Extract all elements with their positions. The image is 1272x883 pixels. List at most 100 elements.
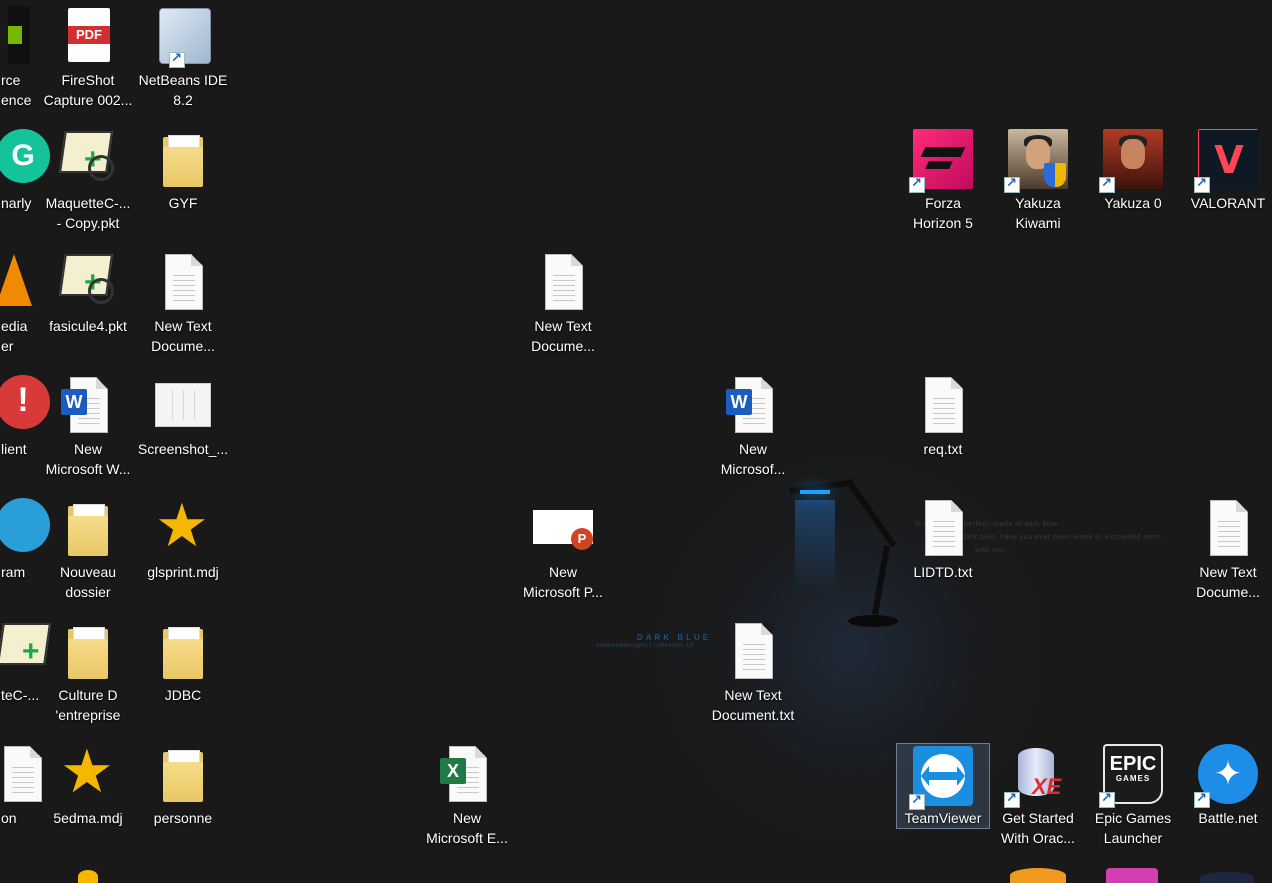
icon-label: Forza Horizon 5 — [913, 195, 973, 231]
packet-tracer-icon: + — [0, 621, 51, 681]
desktop-icon-fasicule4-pkt[interactable]: + fasicule4.pkt — [41, 246, 135, 364]
partial-icon[interactable] — [1106, 868, 1158, 883]
desktop-icon-forza-horizon-5[interactable]: Forza Horizon 5 — [896, 123, 990, 241]
desktop-icon-personne-folder[interactable]: personne — [136, 738, 230, 856]
icon-label: TeamViewer — [904, 810, 982, 826]
folder-icon — [153, 621, 213, 681]
desktop-icon-new-word-document-2[interactable]: W New Microsof... — [706, 369, 800, 487]
folder-icon — [153, 129, 213, 189]
desktop-icon-teamviewer[interactable]: TeamViewer — [896, 743, 990, 829]
desktop-icon-req-txt[interactable]: req.txt — [896, 369, 990, 487]
icon-label: MaquetteC-... - Copy.pkt — [45, 195, 131, 231]
icon-label: req.txt — [923, 441, 963, 457]
icon-label: Epic Games Launcher — [1094, 810, 1172, 846]
icon-label: Yakuza Kiwami — [1015, 195, 1061, 231]
desktop-icon-new-text-document-3[interactable]: New Text Docume... — [1181, 492, 1272, 610]
desktop-icon-battlenet[interactable]: ✦ Battle.net — [1181, 738, 1272, 856]
desktop-icon-new-powerpoint[interactable]: P New Microsoft P... — [516, 492, 610, 610]
desktop-icon-culture-entreprise[interactable]: Culture D 'entreprise — [41, 615, 135, 733]
text-document-icon — [545, 254, 583, 310]
excel-icon: X — [437, 744, 497, 804]
icon-label: NetBeans IDE 8.2 — [138, 72, 228, 108]
icon-label: 5edma.mdj — [53, 810, 123, 826]
desktop-icon-5edma-mdj[interactable]: ★ 5edma.mdj — [41, 738, 135, 856]
icon-label: Culture D 'entreprise — [55, 687, 121, 723]
staruml-icon: ★ — [60, 738, 114, 805]
desktop-icon-new-text-document-1[interactable]: New Text Docume... — [136, 246, 230, 364]
icon-label: GYF — [168, 195, 198, 211]
icon-label: New Text Document.txt — [711, 687, 795, 723]
desktop-icon-grammarly[interactable]: narly — [0, 123, 50, 241]
desktop-icon-geforce-experience[interactable]: rce ence — [0, 0, 47, 118]
icon-label: Yakuza 0 — [1104, 195, 1162, 211]
desktop-icon-glsprint-mdj[interactable]: ★ glsprint.mdj — [136, 492, 230, 610]
icon-label: New Microsoft P... — [523, 564, 603, 600]
icon-label: Battle.net — [1198, 810, 1258, 826]
desktop-icon-yakuza-0[interactable]: Yakuza 0 — [1086, 123, 1180, 241]
desktop-icon-valorant[interactable]: VALORANT — [1181, 123, 1272, 241]
desktop-icon-netbeans-ide[interactable]: NetBeans IDE 8.2 — [136, 0, 230, 118]
desktop-icon-lidtd-txt[interactable]: LIDTD.txt — [896, 492, 990, 610]
text-document-icon — [925, 377, 963, 433]
folder-icon — [58, 621, 118, 681]
icon-label: LIDTD.txt — [913, 564, 973, 580]
staruml-icon: ★ — [155, 492, 209, 559]
icon-label: on — [1, 810, 17, 826]
partial-icon[interactable] — [78, 870, 98, 883]
desktop-icon-telegram[interactable]: ram — [0, 492, 50, 610]
desktop-icon-json[interactable]: on — [0, 738, 47, 856]
text-document-icon — [735, 623, 773, 679]
word-icon: W — [723, 375, 783, 435]
icon-label: JDBC — [164, 687, 202, 703]
desktop-icon-screenshot[interactable]: Screenshot_... — [136, 369, 230, 487]
text-document-icon — [4, 746, 42, 802]
icon-label: VALORANT — [1190, 195, 1266, 211]
desktop-icon-oracle-xe[interactable]: XE Get Started With Orac... — [991, 738, 1085, 856]
icon-label: edia er — [1, 318, 28, 354]
desktop-icon-fireshot-capture[interactable]: PDF FireShot Capture 002... — [41, 0, 135, 118]
desktop-icon-new-text-document-2[interactable]: New Text Docume... — [516, 246, 610, 364]
icon-label: Screenshot_... — [137, 441, 229, 457]
word-icon: W — [58, 375, 118, 435]
folder-icon — [58, 498, 118, 558]
desktop-icon-epic-games[interactable]: EPICGAMES Epic Games Launcher — [1086, 738, 1180, 856]
uac-shield-icon — [1044, 163, 1066, 187]
desktop-icon-vlc-media-player[interactable]: edia er — [0, 246, 47, 364]
text-document-icon — [925, 500, 963, 556]
icon-label: rce ence — [1, 72, 32, 108]
desktop-icon-gyf-folder[interactable]: GYF — [136, 123, 230, 241]
vlc-icon — [0, 254, 32, 306]
powerpoint-icon: P — [533, 510, 593, 550]
desktop-icon-new-excel[interactable]: X New Microsoft E... — [420, 738, 514, 856]
netbeans-icon — [153, 6, 213, 68]
pdf-icon: PDF — [58, 6, 118, 66]
desktop-icon-maquette-copy-pkt[interactable]: + MaquetteC-... - Copy.pkt — [41, 123, 135, 241]
icon-label: fasicule4.pkt — [49, 318, 127, 334]
desktop-icon-nouveau-dossier[interactable]: Nouveau dossier — [41, 492, 135, 610]
wallpaper-lyric-2: dark blue, have you ever been alone in a… — [962, 534, 1162, 541]
wallpaper-credit: solidwebdesigns | collection 18 — [596, 643, 694, 649]
icon-label: lient — [1, 441, 27, 457]
packet-tracer-icon: + — [58, 252, 118, 312]
desktop-icon-jdbc-folder[interactable]: JDBC — [136, 615, 230, 733]
wallpaper-title: DARK BLUE — [637, 633, 712, 642]
icon-label: New Text Docume... — [531, 318, 595, 354]
icon-label: ram — [1, 564, 26, 580]
desktop-icon-maquette-pkt[interactable]: + teC-... — [0, 615, 51, 733]
icon-label: glsprint.mdj — [147, 564, 219, 580]
desktop-icon-yakuza-kiwami[interactable]: Yakuza Kiwami — [991, 123, 1085, 241]
partial-icon[interactable] — [1200, 872, 1254, 883]
desktop-icon-new-word-document[interactable]: W New Microsoft W... — [41, 369, 135, 487]
image-icon — [155, 383, 211, 427]
packet-tracer-icon: + — [58, 129, 118, 189]
desktop[interactable]: DARK BLUE solidwebdesigns | collection 1… — [0, 0, 1272, 883]
desktop-icon-client[interactable]: lient — [0, 369, 50, 487]
desktop-icon-new-text-document-txt[interactable]: New Text Document.txt — [706, 615, 800, 733]
partial-icon[interactable] — [1010, 868, 1066, 883]
icon-label: New Microsoft W... — [45, 441, 131, 477]
icon-label: Get Started With Orac... — [1001, 810, 1075, 846]
icon-label: FireShot Capture 002... — [43, 72, 133, 108]
icon-label: narly — [1, 195, 32, 211]
icon-label: teC-... — [1, 687, 40, 703]
text-document-icon — [1210, 500, 1248, 556]
